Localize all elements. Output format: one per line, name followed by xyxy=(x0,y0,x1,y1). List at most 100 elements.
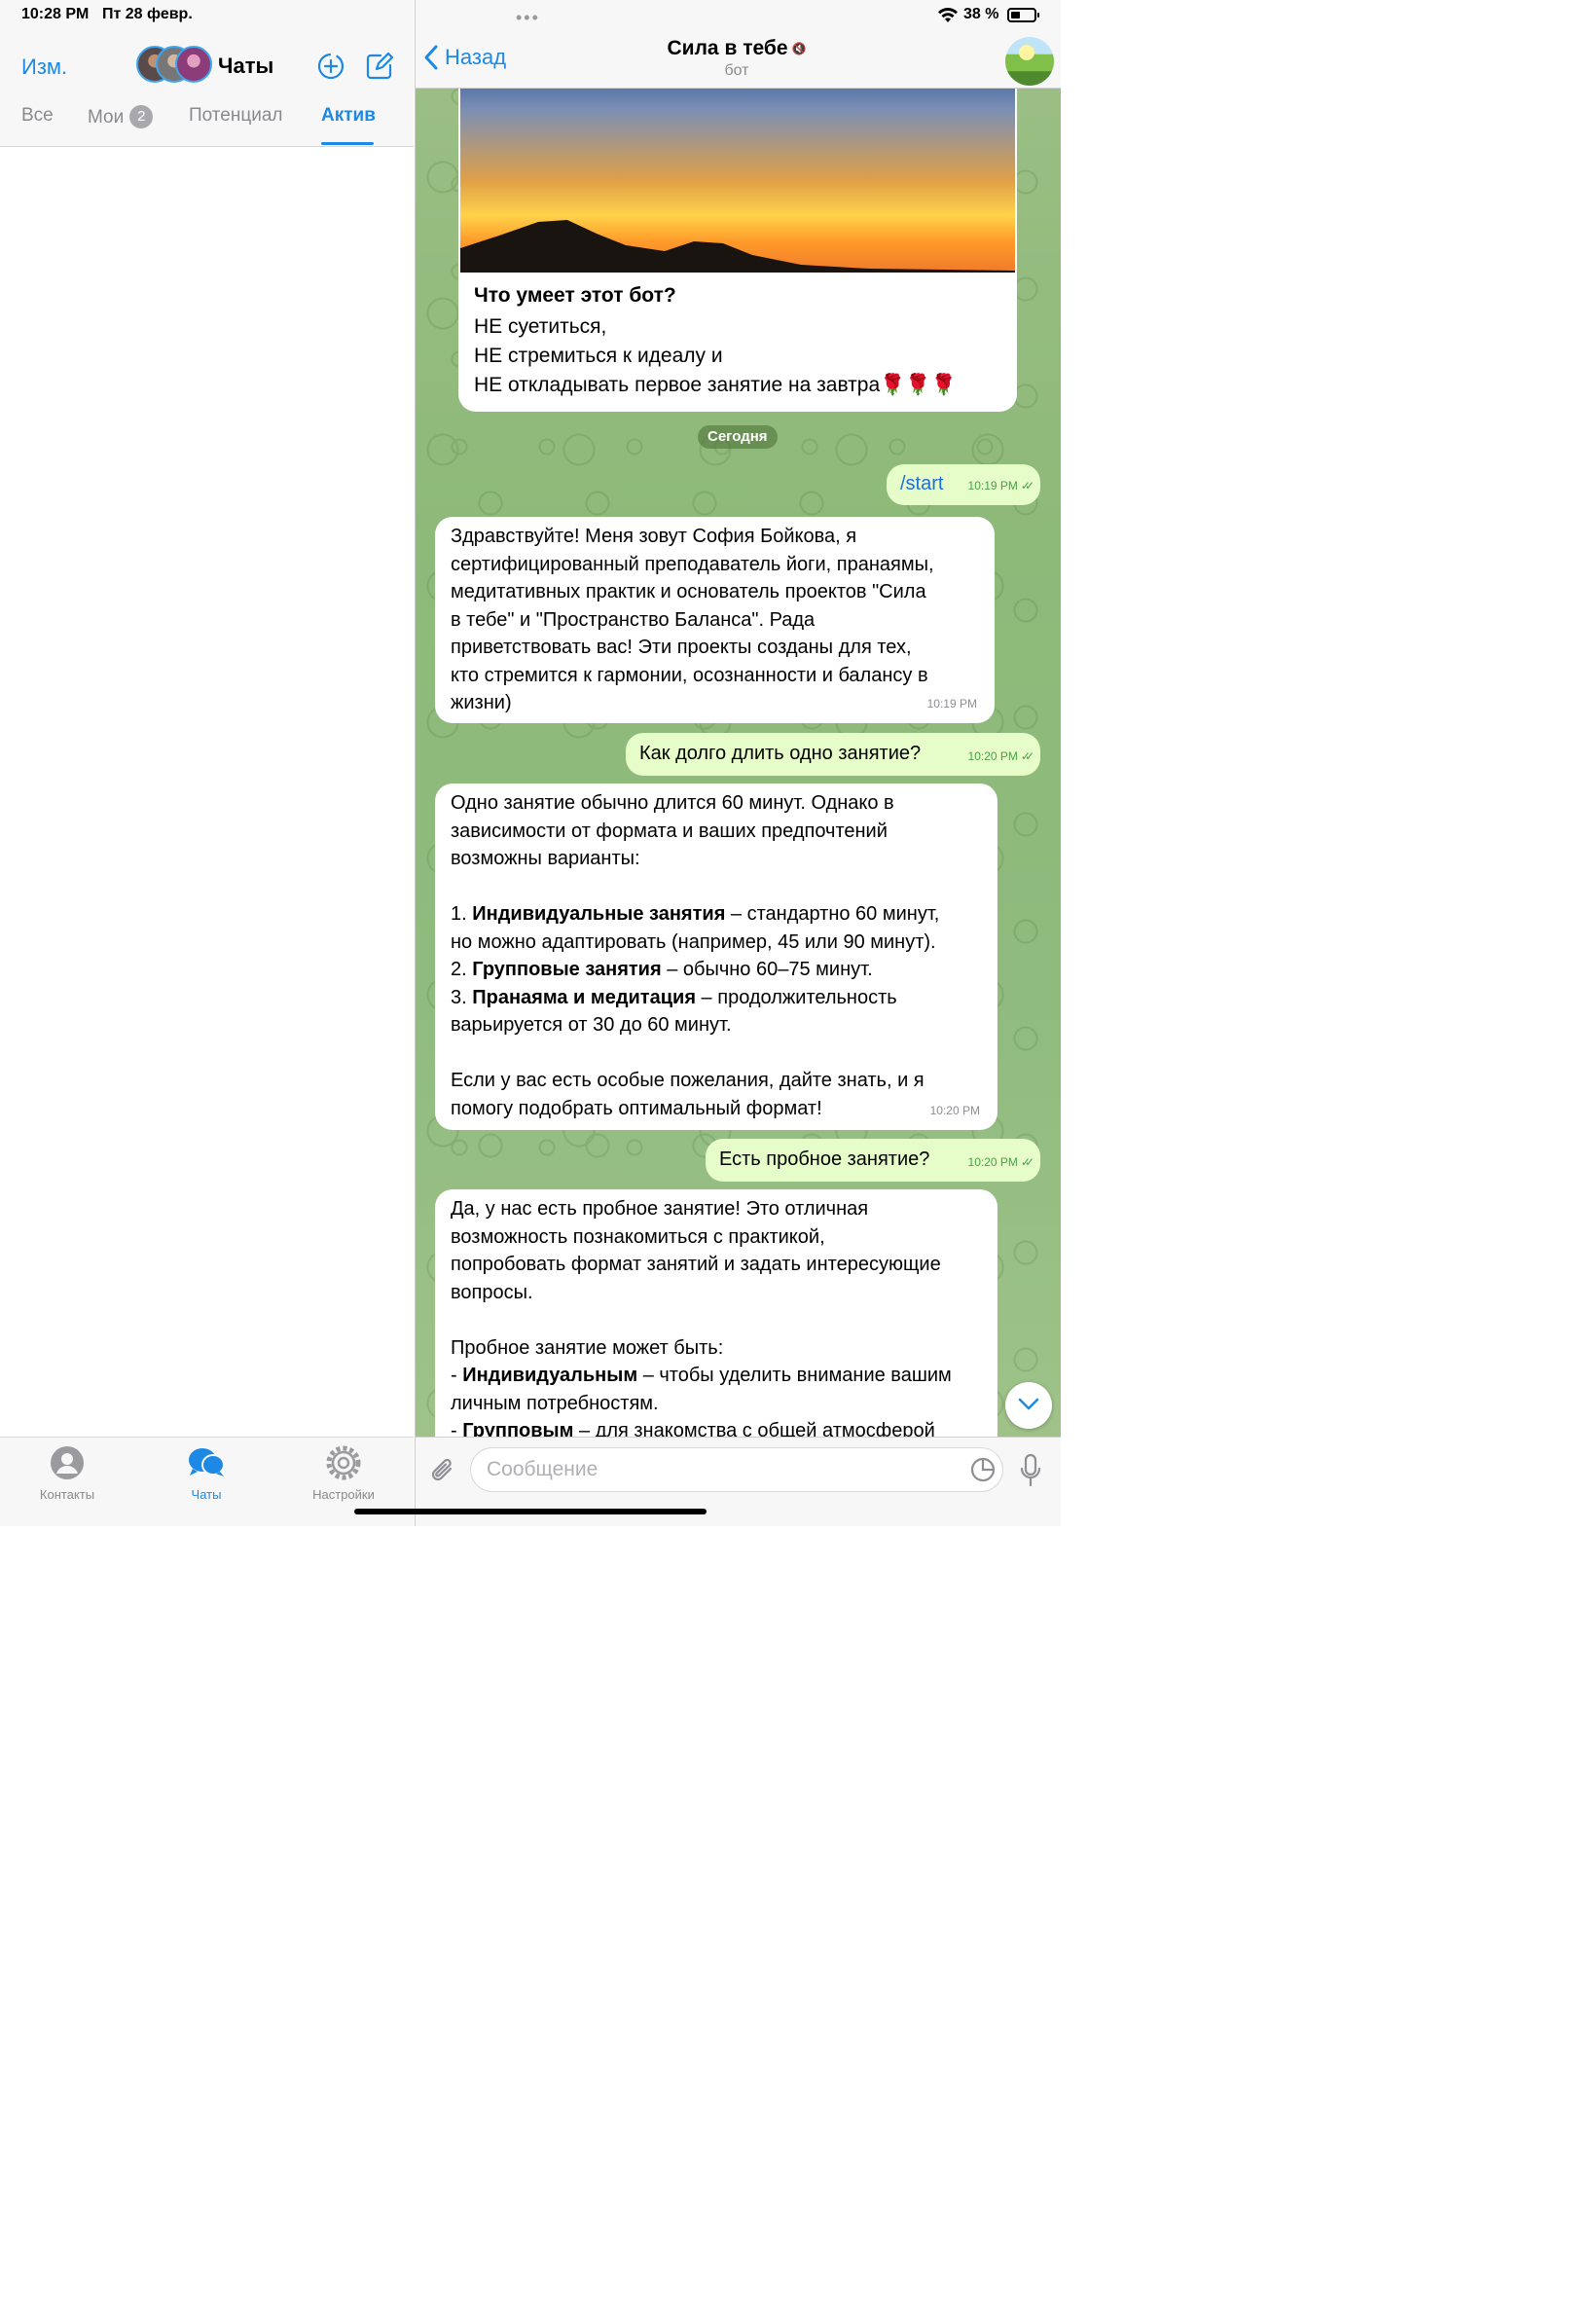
text-segment: сертифицированный преподаватель йоги, пр… xyxy=(451,553,934,575)
read-ticks-icon: ✓✓ xyxy=(1020,478,1034,492)
text-segment: попробовать формат занятий и задать инте… xyxy=(451,1254,941,1275)
compose-icon[interactable] xyxy=(364,51,395,82)
message-time: 10:20 PM ✓✓ xyxy=(968,743,1035,771)
text-segment: приветствовать вас! Эти проекты созданы … xyxy=(451,637,912,658)
text-segment: возможны варианты: xyxy=(451,848,640,869)
message-line: личным потребностям. xyxy=(451,1390,982,1418)
add-story-icon[interactable] xyxy=(315,51,346,82)
message-text[interactable]: /start xyxy=(900,470,943,498)
message-line: помогу подобрать оптимальный формат! xyxy=(451,1095,982,1123)
outgoing-message[interactable]: /start 10:19 PM ✓✓ xyxy=(887,464,1040,505)
tab-all[interactable]: Все xyxy=(21,105,54,127)
text-segment: вопросы. xyxy=(451,1281,533,1303)
message-line: зависимости от формата и ваших предпочте… xyxy=(451,818,982,846)
message-line: Пробное занятие может быть: xyxy=(451,1334,982,1363)
microphone-icon[interactable] xyxy=(1019,1453,1042,1488)
text-segment: – стандартно 60 минут, xyxy=(725,903,940,925)
text-segment: 2. xyxy=(451,959,473,980)
bold-text: Индивидуальным xyxy=(462,1365,638,1386)
tabbar-label: Контакты xyxy=(39,1487,95,1502)
back-label: Назад xyxy=(445,45,507,69)
paperclip-icon[interactable] xyxy=(429,1455,456,1486)
text-segment: Да, у нас есть пробное занятие! Это отли… xyxy=(451,1198,869,1220)
person-circle-icon xyxy=(51,1446,84,1479)
bot-intro-line: НЕ откладывать первое занятие на завтра🌹… xyxy=(474,374,957,396)
bold-text: Индивидуальные занятия xyxy=(472,903,726,925)
outgoing-message[interactable]: Как долго длить одно занятие? 10:20 PM ✓✓ xyxy=(626,733,1040,776)
tab-mine[interactable]: Мои 2 xyxy=(88,105,154,128)
chat-avatar[interactable] xyxy=(1005,37,1054,86)
message-input[interactable]: Сообщение xyxy=(470,1447,1003,1492)
chat-list-pane: 10:28 PM Пт 28 февр. Изм. Чаты Все Мои 2 … xyxy=(0,0,414,1526)
text-segment: 1. xyxy=(451,903,473,925)
tabbar-contacts[interactable]: Контакты xyxy=(14,1445,121,1502)
message-time: 10:19 PM ✓✓ xyxy=(968,472,1035,500)
stories-avatars[interactable] xyxy=(136,46,214,85)
outgoing-message[interactable]: Есть пробное занятие? 10:20 PM ✓✓ xyxy=(706,1139,1040,1182)
muted-icon: 🔇 xyxy=(791,42,807,55)
message-line: Да, у нас есть пробное занятие! Это отли… xyxy=(451,1195,982,1223)
bold-text: Групповые занятия xyxy=(472,959,662,980)
message-time: 10:20 PM xyxy=(929,1103,980,1117)
bot-intro-image xyxy=(460,68,1015,273)
tab-potential[interactable]: Потенциал xyxy=(189,105,283,127)
text-segment: Здравствуйте! Меня зовут София Бойкова, … xyxy=(451,526,857,547)
text-segment: – чтобы уделить внимание вашим xyxy=(637,1365,952,1386)
text-segment: 3. xyxy=(451,986,473,1008)
home-indicator xyxy=(354,1509,707,1514)
message-line: возможность познакомиться с практикой, xyxy=(451,1223,982,1252)
tab-bar: Контакты Чаты Настройки xyxy=(0,1437,414,1526)
message-line: но можно адаптировать (например, 45 или … xyxy=(451,929,982,957)
message-line: медитативных практик и основатель проект… xyxy=(451,578,979,606)
chat-subtitle: бот xyxy=(724,62,749,79)
chat-header: ••• 38 % Назад Сила в тебе 🔇 бот xyxy=(416,0,1061,89)
message-list[interactable]: Что умеет этот бот? НЕ суетиться, НЕ стр… xyxy=(416,0,1061,1481)
date-divider: Сегодня xyxy=(698,425,778,449)
message-time: 10:19 PM xyxy=(926,696,977,711)
multitask-dots-icon[interactable]: ••• xyxy=(516,8,540,28)
read-ticks-icon: ✓✓ xyxy=(1020,1154,1034,1169)
tab-active[interactable]: Актив xyxy=(321,105,376,127)
avatar xyxy=(175,46,212,83)
incoming-message[interactable]: Здравствуйте! Меня зовут София Бойкова, … xyxy=(435,517,995,723)
chevron-left-icon xyxy=(424,45,438,70)
text-segment: - xyxy=(451,1365,463,1386)
message-line: варьируется от 30 до 60 минут. xyxy=(451,1011,982,1039)
text-segment: кто стремится к гармонии, осознанности и… xyxy=(451,664,928,686)
back-button[interactable]: Назад xyxy=(423,44,506,71)
text-segment: Одно занятие обычно длится 60 минут. Одн… xyxy=(451,792,894,814)
message-line: жизни) xyxy=(451,689,979,717)
message-line: - Индивидуальным – чтобы уделить внимани… xyxy=(451,1362,982,1390)
text-segment: – продолжительность xyxy=(696,986,897,1008)
bot-intro-line: НЕ суетиться, xyxy=(474,315,607,338)
read-ticks-icon: ✓✓ xyxy=(1020,748,1034,763)
sticker-icon[interactable] xyxy=(969,1456,997,1483)
wifi-icon xyxy=(938,7,958,22)
incoming-message[interactable]: Одно занятие обычно длится 60 минут. Одн… xyxy=(435,784,998,1130)
tabbar-settings[interactable]: Настройки xyxy=(290,1445,397,1502)
battery-icon xyxy=(1007,8,1039,22)
status-date: Пт 28 февр. xyxy=(102,6,193,22)
message-line: 3. Пранаяма и медитация – продолжительно… xyxy=(451,984,982,1012)
chat-title[interactable]: Сила в тебе 🔇 xyxy=(591,37,883,60)
text-segment: личным потребностям. xyxy=(451,1392,659,1414)
chat-list-header: 10:28 PM Пт 28 февр. Изм. Чаты Все Мои 2 … xyxy=(0,0,414,147)
bot-intro-title: Что умеет этот бот? xyxy=(474,284,676,307)
message-line xyxy=(451,873,982,901)
edit-button[interactable]: Изм. xyxy=(21,55,67,80)
tabbar-chats[interactable]: Чаты xyxy=(153,1445,260,1502)
text-segment: зависимости от формата и ваших предпочте… xyxy=(451,820,888,842)
text-segment: возможность познакомиться с практикой, xyxy=(451,1225,825,1248)
message-line: Если у вас есть особые пожелания, дайте … xyxy=(451,1067,982,1095)
message-line: в тебе" и "Пространство Баланса". Рада xyxy=(451,606,979,635)
text-segment: медитативных практик и основатель проект… xyxy=(451,581,926,602)
scroll-down-button[interactable] xyxy=(1005,1382,1052,1429)
chat-bubbles-icon xyxy=(189,1448,225,1477)
active-tab-indicator xyxy=(321,142,374,145)
page-title: Чаты xyxy=(218,54,274,78)
message-text: Как долго длить одно занятие? xyxy=(639,743,922,764)
message-line: кто стремится к гармонии, осознанности и… xyxy=(451,662,979,690)
text-segment: Пробное занятие может быть: xyxy=(451,1336,724,1359)
message-line: Одно занятие обычно длится 60 минут. Одн… xyxy=(451,789,982,818)
text-segment: но можно адаптировать (например, 45 или … xyxy=(451,930,936,953)
